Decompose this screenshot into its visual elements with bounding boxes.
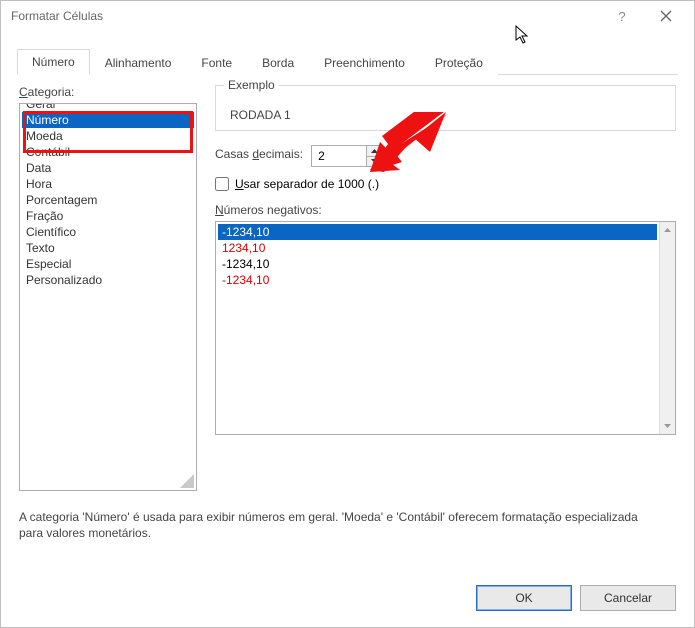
category-list[interactable]: GeralNúmeroMoedaContábilDataHoraPorcenta… xyxy=(19,103,197,491)
negative-format-item[interactable]: 1234,10 xyxy=(218,240,657,256)
category-item[interactable]: Texto xyxy=(22,240,194,256)
category-item[interactable]: Geral xyxy=(22,103,194,112)
scroll-up-icon xyxy=(660,222,675,238)
category-item[interactable]: Científico xyxy=(22,224,194,240)
decimals-spinner[interactable] xyxy=(311,145,383,167)
close-button[interactable] xyxy=(646,2,686,30)
tab-número[interactable]: Número xyxy=(17,49,90,75)
category-item[interactable]: Fração xyxy=(22,208,194,224)
thousands-separator-checkbox[interactable] xyxy=(215,177,229,191)
negative-format-item[interactable]: -1234,10 xyxy=(218,256,657,272)
negatives-list[interactable]: -1234,101234,10-1234,10-1234,10 xyxy=(215,221,676,435)
tab-content-number: Categoria: GeralNúmeroMoedaContábilDataH… xyxy=(1,75,694,571)
category-item[interactable]: Data xyxy=(22,160,194,176)
example-value: RODADA 1 xyxy=(226,108,665,122)
cancel-button[interactable]: Cancelar xyxy=(580,585,676,611)
tab-preenchimento[interactable]: Preenchimento xyxy=(309,49,420,75)
category-description: A categoria 'Número' é usada para exibir… xyxy=(19,509,659,541)
category-item[interactable]: Moeda xyxy=(22,128,194,144)
category-item[interactable]: Especial xyxy=(22,256,194,272)
close-icon xyxy=(660,10,672,22)
scroll-down-icon xyxy=(660,418,675,434)
negatives-scrollbar[interactable] xyxy=(659,222,675,434)
category-item[interactable]: Porcentagem xyxy=(22,192,194,208)
category-item[interactable]: Hora xyxy=(22,176,194,192)
tab-borda[interactable]: Borda xyxy=(247,49,309,75)
decimals-input[interactable] xyxy=(312,146,366,166)
category-item[interactable]: Contábil xyxy=(22,144,194,160)
example-group: Exemplo RODADA 1 xyxy=(215,85,676,131)
decimals-up-button[interactable] xyxy=(367,146,382,157)
titlebar: Formatar Células ? xyxy=(1,1,694,31)
negatives-label: Números negativos: xyxy=(215,203,676,217)
window-title: Formatar Células xyxy=(11,9,602,23)
format-cells-dialog: Formatar Células ? NúmeroAlinhamentoFont… xyxy=(0,0,695,628)
tab-fonte[interactable]: Fonte xyxy=(186,49,247,75)
decimals-down-button[interactable] xyxy=(367,157,382,167)
negative-format-item[interactable]: -1234,10 xyxy=(218,224,657,240)
category-item[interactable]: Número xyxy=(22,112,194,128)
tab-alinhamento[interactable]: Alinhamento xyxy=(90,49,187,75)
chevron-up-icon xyxy=(371,149,378,153)
chevron-down-icon xyxy=(371,159,378,163)
example-legend: Exemplo xyxy=(224,78,279,92)
negative-format-item[interactable]: -1234,10 xyxy=(218,272,657,288)
help-button[interactable]: ? xyxy=(602,2,642,30)
tab-strip: NúmeroAlinhamentoFonteBordaPreenchimento… xyxy=(17,49,678,75)
ok-button[interactable]: OK xyxy=(476,585,572,611)
category-item[interactable]: Personalizado xyxy=(22,272,194,288)
thousands-separator-label: Usar separador de 1000 (.) xyxy=(235,177,379,191)
category-label: Categoria: xyxy=(19,85,197,99)
dialog-button-row: OK Cancelar xyxy=(1,571,694,627)
tab-proteção[interactable]: Proteção xyxy=(420,49,498,75)
decimals-label: Casas decimais: xyxy=(215,147,303,161)
